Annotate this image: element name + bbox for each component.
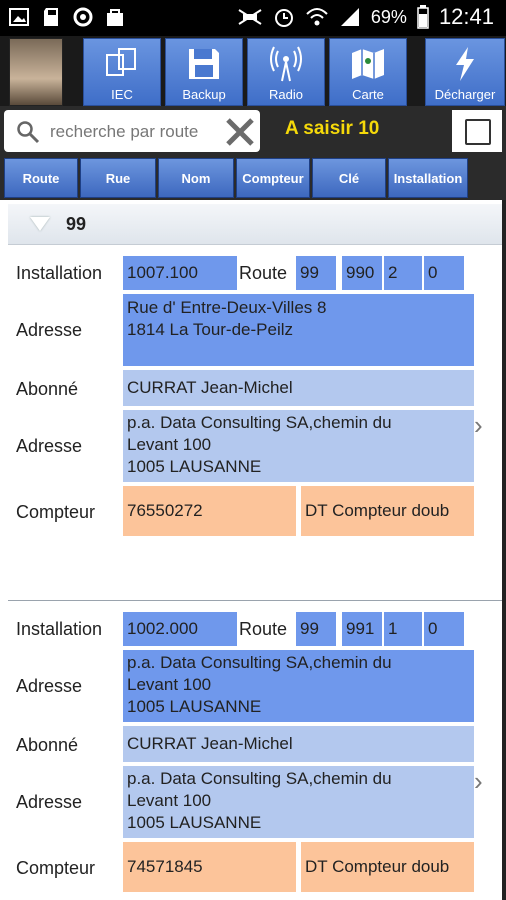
iec-button[interactable]: IEC: [83, 38, 161, 106]
adresse-value: p.a. Data Consulting SA,chemin du Levant…: [123, 650, 474, 722]
iec-label: IEC: [111, 87, 133, 102]
group-header[interactable]: 99: [8, 204, 502, 245]
search-icon: [17, 121, 40, 144]
installation-value: 1007.100: [123, 256, 237, 290]
installation-value: 1002.000: [123, 612, 237, 646]
backup-button[interactable]: Backup: [165, 38, 243, 106]
sort-route-button[interactable]: Route: [4, 158, 78, 198]
compteur-value: 76550272: [123, 486, 296, 536]
battery-icon: [417, 5, 429, 29]
select-all-checkbox[interactable]: [452, 110, 502, 152]
sd-card-icon: [44, 8, 58, 26]
checkbox-box: [465, 119, 491, 145]
record-divider: [8, 600, 502, 601]
group-title: 99: [66, 214, 87, 234]
sort-rue-button[interactable]: Rue: [80, 158, 156, 198]
sort-cle-button[interactable]: Clé: [312, 158, 386, 198]
route-label: Route: [239, 263, 288, 283]
sync-icon: [73, 7, 93, 27]
installation-label: Installation: [16, 263, 103, 283]
compteur-type-value: DT Compteur doub: [301, 486, 474, 536]
installation-label: Installation: [16, 619, 103, 639]
carte-button[interactable]: Carte: [329, 38, 407, 106]
lightning-icon: [456, 47, 474, 81]
chevron-right-icon[interactable]: ›: [474, 410, 483, 441]
sort-nom-button[interactable]: Nom: [158, 158, 234, 198]
compteur-label: Compteur: [16, 858, 96, 878]
status-bar: 69% 12:41: [0, 0, 506, 36]
compteur-value: 74571845: [123, 842, 296, 892]
scrollbar[interactable]: [502, 200, 506, 900]
clear-search-icon[interactable]: [224, 116, 256, 148]
mute-icon: [238, 9, 262, 25]
avatar[interactable]: [9, 38, 63, 106]
backup-label: Backup: [182, 87, 226, 102]
decharger-button[interactable]: Décharger: [425, 38, 505, 106]
adresse2-line: p.a. Data Consulting SA,chemin du: [127, 413, 392, 432]
records-list: 99 Installation 1007.100 Route 99 990 2 …: [0, 200, 506, 900]
adresse-label: Adresse: [16, 320, 83, 340]
adresse2-line: Levant 100: [127, 435, 212, 454]
adresse-label: Adresse: [16, 676, 83, 696]
search-placeholder: recherche par route: [50, 122, 199, 141]
route-part-4: 0: [424, 612, 464, 646]
collapse-triangle-icon[interactable]: [30, 217, 50, 231]
route-part-4: 0: [424, 256, 464, 290]
route-part-2: 990: [342, 256, 382, 290]
route-part-2: 991: [342, 612, 382, 646]
adresse-line: 1005 LAUSANNE: [127, 697, 262, 716]
signal-icon: [340, 8, 359, 26]
adresse2-line: 1005 LAUSANNE: [127, 813, 262, 832]
map-icon: [352, 49, 384, 79]
gallery-icon: [9, 8, 29, 26]
adresse-line: Levant 100: [127, 675, 212, 694]
radio-icon: [270, 46, 302, 82]
route-label: Route: [239, 619, 288, 639]
carte-label: Carte: [352, 87, 384, 102]
adresse2-line: p.a. Data Consulting SA,chemin du: [127, 769, 392, 788]
abonne-label: Abonné: [16, 735, 79, 755]
adresse-value: Rue d' Entre-Deux-Villes 8 1814 La Tour-…: [123, 294, 474, 366]
route-part-3: 1: [384, 612, 422, 646]
adresse2-label: Adresse: [16, 436, 83, 456]
route-part-3: 2: [384, 256, 422, 290]
search-row: recherche par route A saisir 10: [0, 106, 506, 156]
clock: 12:41: [438, 4, 494, 29]
sort-installation-button[interactable]: Installation: [388, 158, 468, 198]
search-input[interactable]: recherche par route: [4, 110, 260, 152]
sort-column-bar: Route Rue Nom Compteur Clé Installation: [0, 156, 506, 200]
abonne-value: CURRAT Jean-Michel: [123, 726, 474, 762]
adresse2-value: p.a. Data Consulting SA,chemin du Levant…: [123, 410, 474, 482]
alarm-icon: [274, 9, 293, 27]
adresse-line: Rue d' Entre-Deux-Villes 8: [127, 298, 327, 317]
route-part-1: 99: [296, 256, 336, 290]
decharger-label: Décharger: [434, 87, 496, 102]
adresse2-line: 1005 LAUSANNE: [127, 457, 262, 476]
radio-label: Radio: [269, 87, 303, 102]
compteur-label: Compteur: [16, 502, 96, 522]
adresse2-label: Adresse: [16, 792, 83, 812]
copy-icon: [106, 48, 136, 76]
adresse2-line: Levant 100: [127, 791, 212, 810]
abonne-label: Abonné: [16, 379, 79, 399]
radio-button[interactable]: Radio: [247, 38, 325, 106]
bag-icon: [107, 9, 123, 26]
route-part-1: 99: [296, 612, 336, 646]
chevron-right-icon[interactable]: ›: [474, 766, 483, 797]
adresse-line: 1814 La Tour-de-Peilz: [127, 320, 294, 339]
battery-percent: 69%: [370, 6, 407, 27]
adresse-line: p.a. Data Consulting SA,chemin du: [127, 653, 392, 672]
a-saisir-count: A saisir 10: [285, 118, 380, 139]
save-icon: [189, 49, 219, 79]
abonne-value: CURRAT Jean-Michel: [123, 370, 474, 406]
compteur-type-value: DT Compteur doub: [301, 842, 474, 892]
wifi-icon: [306, 8, 328, 26]
sort-compteur-button[interactable]: Compteur: [236, 158, 310, 198]
adresse2-value: p.a. Data Consulting SA,chemin du Levant…: [123, 766, 474, 838]
toolbar: IEC Backup Radio Carte Décharger: [0, 36, 506, 106]
